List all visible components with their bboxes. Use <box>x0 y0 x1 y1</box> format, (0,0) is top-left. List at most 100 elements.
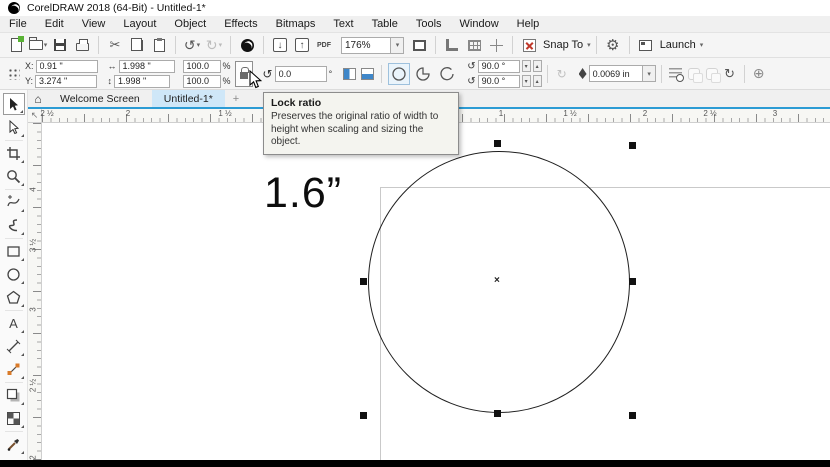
end-angle-spin-up[interactable]: ▴ <box>533 75 542 87</box>
export-button[interactable]: ↑ <box>292 35 312 55</box>
menu-file[interactable]: File <box>0 18 36 30</box>
drop-shadow-tool[interactable] <box>3 384 25 406</box>
freehand-tool[interactable] <box>3 191 25 213</box>
options-button[interactable]: ⚙ <box>603 35 623 55</box>
menu-edit[interactable]: Edit <box>36 18 73 30</box>
ruler-ticks <box>33 123 41 460</box>
ruler-label: 3 <box>773 109 777 118</box>
open-caret-icon[interactable]: ▾ <box>44 41 48 49</box>
menu-window[interactable]: Window <box>451 18 508 30</box>
shape-tool-icon <box>6 120 21 135</box>
outline-width-combo[interactable]: 0.0069 in <box>589 65 643 82</box>
print-button[interactable] <box>72 35 92 55</box>
cut-button[interactable]: ✂ <box>105 35 125 55</box>
undo-caret-icon[interactable]: ▾ <box>197 41 201 49</box>
start-angle-spin-down[interactable]: ▾ <box>522 60 531 72</box>
end-angle-field[interactable] <box>478 75 520 88</box>
selection-handle-bottom-right[interactable] <box>629 412 636 419</box>
selection-handle-top-right[interactable] <box>629 142 636 149</box>
menu-object[interactable]: Object <box>165 18 215 30</box>
menu-bitmaps[interactable]: Bitmaps <box>267 18 325 30</box>
ellipse-tool[interactable] <box>3 263 25 285</box>
color-eyedropper-tool[interactable] <box>3 433 25 455</box>
lock-ratio-tooltip: Lock ratio Preserves the original ratio … <box>263 92 459 155</box>
launch-label[interactable]: Launch <box>660 39 696 51</box>
object-height-field[interactable] <box>114 75 170 88</box>
text-tool[interactable]: A <box>3 312 25 334</box>
selection-handle-bottom-left[interactable] <box>360 412 367 419</box>
convert-to-curves-button[interactable]: ↻ <box>721 64 739 84</box>
ellipse-mode-button[interactable] <box>388 63 410 85</box>
tab-welcome-screen[interactable]: Welcome Screen <box>48 90 152 107</box>
tab-untitled-1[interactable]: Untitled-1* <box>152 90 225 107</box>
drawing-canvas[interactable]: 1.6” × <box>42 123 830 460</box>
rotation-angle-field[interactable] <box>275 66 327 82</box>
import-button[interactable]: ↓ <box>270 35 290 55</box>
shape-tool[interactable] <box>3 116 25 138</box>
vertical-ruler[interactable]: 4 3 ½ 3 2 ½ 2 <box>28 123 42 460</box>
outline-width-caret[interactable]: ▾ <box>643 65 656 82</box>
undo-button[interactable]: ↺▾ <box>182 35 202 55</box>
publish-to-pdf-button[interactable]: PDF <box>314 35 334 55</box>
zoom-level-caret[interactable]: ▾ <box>391 37 404 54</box>
menu-text[interactable]: Text <box>324 18 362 30</box>
scale-height-field[interactable] <box>183 75 221 88</box>
object-width-field[interactable] <box>119 60 175 73</box>
start-angle-spin-up[interactable]: ▴ <box>533 60 542 72</box>
show-guidelines-button[interactable] <box>486 35 506 55</box>
redo-button[interactable]: ↻▾ <box>204 35 224 55</box>
menu-layout[interactable]: Layout <box>114 18 165 30</box>
launch-caret[interactable]: ▾ <box>700 41 704 49</box>
selection-handle-middle-right[interactable] <box>629 278 636 285</box>
menu-table[interactable]: Table <box>363 18 407 30</box>
ruler-label: 1 ½ <box>563 109 576 118</box>
search-content-button[interactable] <box>237 35 257 55</box>
crop-tool-icon <box>6 146 21 161</box>
pie-mode-button[interactable] <box>412 63 434 85</box>
artistic-media-tool[interactable] <box>3 214 25 236</box>
snap-off-button[interactable] <box>519 35 539 55</box>
connector-tool[interactable] <box>3 358 25 380</box>
end-angle-spin-down[interactable]: ▾ <box>522 75 531 87</box>
object-center-mark[interactable]: × <box>494 275 500 286</box>
home-tab-button[interactable]: ⌂ <box>28 90 48 107</box>
copy-button[interactable] <box>127 35 147 55</box>
menu-effects[interactable]: Effects <box>215 18 266 30</box>
start-angle-field[interactable] <box>478 60 520 73</box>
quick-customize-button[interactable]: ⊕ <box>750 64 768 84</box>
menu-help[interactable]: Help <box>508 18 549 30</box>
launch-button[interactable] <box>636 35 656 55</box>
arc-mode-button[interactable] <box>436 63 458 85</box>
fullscreen-preview-button[interactable] <box>409 35 429 55</box>
rectangle-tool[interactable] <box>3 240 25 262</box>
wrap-paragraph-text-button[interactable] <box>667 64 685 84</box>
open-button[interactable]: ▾ <box>28 35 48 55</box>
menu-tools[interactable]: Tools <box>407 18 451 30</box>
polygon-tool[interactable] <box>3 286 25 308</box>
selection-handle-bottom-center[interactable] <box>494 410 501 417</box>
snap-to-caret[interactable]: ▾ <box>587 41 591 49</box>
y-position-field[interactable] <box>35 75 97 88</box>
parallel-dimension-tool[interactable] <box>3 335 25 357</box>
new-tab-button[interactable]: + <box>225 90 247 107</box>
selection-handle-middle-left[interactable] <box>360 278 367 285</box>
toolbox: A <box>0 90 28 460</box>
save-button[interactable] <box>50 35 70 55</box>
mirror-vertical-button[interactable] <box>358 64 376 84</box>
show-rulers-button[interactable] <box>442 35 462 55</box>
mirror-horizontal-button[interactable] <box>340 64 358 84</box>
selection-handle-top-center[interactable] <box>494 140 501 147</box>
snap-to-label[interactable]: Snap To <box>543 39 583 51</box>
crop-tool[interactable] <box>3 142 25 164</box>
transparency-tool[interactable] <box>3 407 25 429</box>
scale-width-field[interactable] <box>183 60 221 73</box>
pick-tool[interactable] <box>3 93 25 115</box>
menu-view[interactable]: View <box>73 18 115 30</box>
zoom-level-combo[interactable]: 176% <box>341 37 391 54</box>
x-position-field[interactable] <box>36 60 98 73</box>
paste-button[interactable] <box>149 35 169 55</box>
dimension-annotation-text[interactable]: 1.6” <box>264 169 342 218</box>
new-document-button[interactable] <box>6 35 26 55</box>
show-grid-button[interactable] <box>464 35 484 55</box>
zoom-tool[interactable] <box>3 165 25 187</box>
